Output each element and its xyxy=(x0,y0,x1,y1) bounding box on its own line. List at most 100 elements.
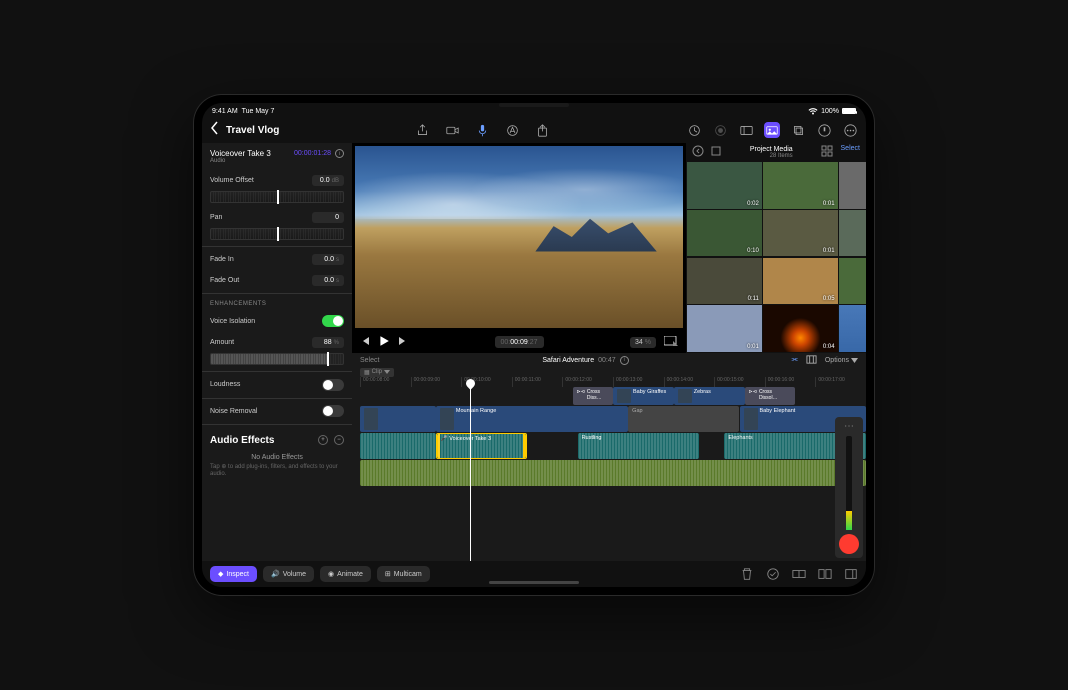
timeline-duration: 00:47 xyxy=(598,357,616,364)
timeline-tracks[interactable]: ⊳⊲ Cross Diss… Baby Giraffes Zebras ⊳⊲ C… xyxy=(352,387,866,561)
volume-tab[interactable]: 🔊 Volume xyxy=(263,566,314,582)
clip-transition-2[interactable]: ⊳⊲ Cross Dissol… xyxy=(745,387,796,405)
voice-isolation-toggle[interactable] xyxy=(322,315,344,327)
delete-icon[interactable] xyxy=(740,567,754,581)
timeline-link-icon[interactable]: ⫘ xyxy=(792,356,798,364)
main-area: Voiceover Take 3 Audio 00:00:01:28 i Vol… xyxy=(202,143,866,561)
share-icon[interactable] xyxy=(415,122,431,138)
camera-icon[interactable] xyxy=(445,122,461,138)
viewer-canvas[interactable] xyxy=(355,146,683,328)
layers-icon[interactable] xyxy=(790,122,806,138)
record-icon[interactable] xyxy=(712,122,728,138)
media-thumb[interactable]: 0:04 xyxy=(763,305,838,352)
text-icon[interactable] xyxy=(505,122,521,138)
history-icon[interactable] xyxy=(686,122,702,138)
viewer-panel: 00:00:09:27 34 % xyxy=(352,143,686,353)
split-icon[interactable] xyxy=(792,567,806,581)
media-thumb[interactable]: 0:04 xyxy=(839,162,866,209)
wifi-icon xyxy=(808,107,818,115)
clip-voiceover-selected[interactable]: 🎤 Voiceover Take 3 xyxy=(436,433,527,459)
browser-back-icon[interactable] xyxy=(692,145,704,159)
media-thumb[interactable]: 0:01 xyxy=(763,210,838,257)
browser-grid: 0:020:010:040:100:010:040:110:050:090:01… xyxy=(686,161,866,353)
audio-meter-icon[interactable] xyxy=(816,122,832,138)
enhancements-label: ENHANCEMENTS xyxy=(202,295,352,310)
browser-grid-icon[interactable] xyxy=(821,145,833,159)
media-thumb[interactable]: 0:04 xyxy=(839,210,866,257)
pan-slider[interactable] xyxy=(210,228,344,240)
clip-subtitle: Audio xyxy=(210,158,271,164)
loudness-row: Loudness xyxy=(202,374,352,396)
fade-out-value[interactable]: 0.0s xyxy=(312,275,344,286)
media-thumb[interactable]: 0:02 xyxy=(687,162,762,209)
no-effects-help: Tap ⊕ to add plug-ins, filters, and effe… xyxy=(210,464,344,480)
clip-type-tag[interactable]: ▦ Clip xyxy=(360,368,394,377)
media-thumb[interactable]: 0:05 xyxy=(763,258,838,305)
clip-baby-giraffes[interactable]: Baby Giraffes xyxy=(613,387,674,405)
media-thumb[interactable]: 0:07 xyxy=(839,305,866,352)
multicam-tab[interactable]: ⊞ Multicam xyxy=(377,566,430,582)
timeline-ruler[interactable]: 00:00:08:0000:00:09:0000:00:10:0000:00:1… xyxy=(352,377,866,387)
fade-in-value[interactable]: 0.0s xyxy=(312,254,344,265)
browser-icon[interactable] xyxy=(764,122,780,138)
app-header: Travel Vlog xyxy=(202,117,866,143)
volume-value[interactable]: 0.0dB xyxy=(312,175,344,186)
media-thumb[interactable]: 0:11 xyxy=(687,258,762,305)
back-button[interactable] xyxy=(210,121,220,140)
timeline-info-icon[interactable]: i xyxy=(620,356,629,365)
timeline-name: Safari Adventure xyxy=(542,357,594,364)
viewer-controls: 00:00:09:27 34 % xyxy=(352,331,686,353)
sidebar-icon[interactable] xyxy=(738,122,754,138)
browser-filter-icon[interactable] xyxy=(710,145,722,159)
record-button[interactable] xyxy=(839,534,859,554)
timeline-options-button[interactable]: Options xyxy=(825,357,858,364)
clip-timecode: 00:00:01:28 xyxy=(294,150,331,157)
zoom-value[interactable]: 34 % xyxy=(630,337,656,348)
volume-slider[interactable] xyxy=(210,191,344,203)
clip-rustling[interactable]: Rustling xyxy=(578,433,699,459)
clip-gap[interactable]: Gap xyxy=(628,406,739,432)
media-thumb[interactable]: 0:01 xyxy=(763,162,838,209)
approve-icon[interactable] xyxy=(766,567,780,581)
viewer-timecode[interactable]: 00:00:09:27 xyxy=(495,336,544,348)
clip-primary-prev[interactable] xyxy=(360,406,436,432)
viewer-display-button[interactable] xyxy=(664,336,678,348)
timeline-snap-icon[interactable] xyxy=(806,354,817,367)
layout-icon[interactable] xyxy=(818,567,832,581)
media-thumb[interactable]: 0:09 xyxy=(839,258,866,305)
clip-transition[interactable]: ⊳⊲ Cross Diss… xyxy=(573,387,613,405)
clip-music[interactable] xyxy=(360,460,866,486)
add-effect-button[interactable]: + xyxy=(318,435,328,445)
remove-effect-button[interactable]: − xyxy=(334,435,344,445)
pan-row: Pan 0 xyxy=(202,207,352,228)
clip-mountain-range[interactable]: Mountain Range xyxy=(436,406,628,432)
export-icon[interactable] xyxy=(535,122,551,138)
play-button[interactable] xyxy=(378,335,390,349)
expand-icon[interactable] xyxy=(844,567,858,581)
record-menu-icon[interactable]: ⋯ xyxy=(844,421,854,432)
browser-select-button[interactable]: Select xyxy=(841,145,860,159)
loudness-toggle[interactable] xyxy=(322,379,344,391)
media-thumb[interactable]: 0:10 xyxy=(687,210,762,257)
no-effects-label: No Audio Effects xyxy=(210,454,344,461)
media-thumb[interactable]: 0:01 xyxy=(687,305,762,352)
clip-zebras[interactable]: Zebras xyxy=(674,387,745,405)
info-icon[interactable]: i xyxy=(335,149,344,158)
voice-isolation-row: Voice Isolation xyxy=(202,310,352,332)
next-frame-button[interactable] xyxy=(398,336,408,348)
pan-value[interactable]: 0 xyxy=(312,212,344,223)
animate-tab[interactable]: ◉ Animate xyxy=(320,566,371,582)
track-music xyxy=(360,460,866,486)
prev-frame-button[interactable] xyxy=(360,336,370,348)
clip-audio-prev[interactable] xyxy=(360,433,436,459)
inspect-tab[interactable]: ◆ Inspect xyxy=(210,566,257,582)
timeline-select-label: Select xyxy=(360,357,379,364)
amount-value[interactable]: 88% xyxy=(312,337,344,348)
playhead[interactable] xyxy=(470,387,471,561)
noise-removal-toggle[interactable] xyxy=(322,405,344,417)
inspector-clip-header: Voiceover Take 3 Audio 00:00:01:28 i xyxy=(202,143,352,170)
home-indicator[interactable] xyxy=(489,581,579,584)
more-icon[interactable] xyxy=(842,122,858,138)
amount-slider[interactable] xyxy=(210,353,344,365)
mic-icon[interactable] xyxy=(475,122,491,138)
